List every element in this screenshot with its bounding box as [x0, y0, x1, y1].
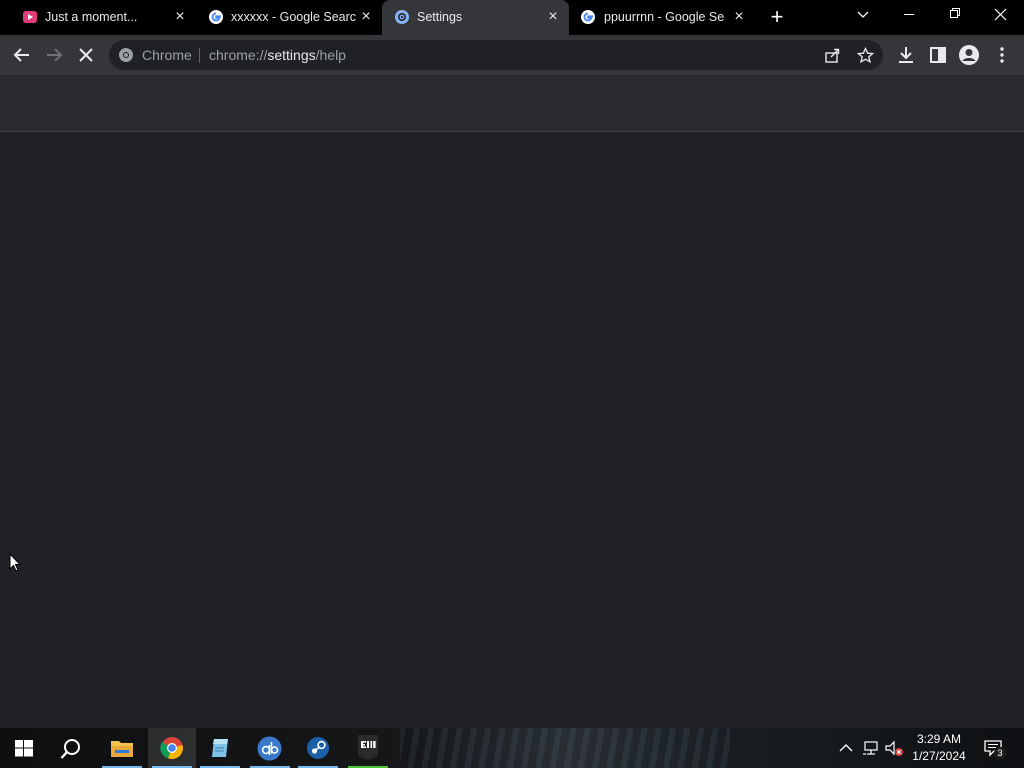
tab-just-a-moment[interactable]: Just a moment... × — [8, 0, 193, 35]
tab-title: Settings — [417, 10, 463, 24]
taskbar-app-qbittorrent[interactable] — [246, 728, 294, 768]
forward-arrow-icon[interactable] — [42, 43, 66, 67]
google-icon — [209, 10, 223, 24]
close-tab-icon[interactable]: × — [545, 9, 561, 25]
download-icon[interactable] — [894, 43, 918, 67]
tab-title: ppuurrnn - Google Sea — [604, 10, 724, 24]
restore-icon — [950, 8, 960, 18]
epic-games-icon — [358, 735, 378, 760]
restore-button[interactable] — [938, 0, 972, 30]
search-icon[interactable] — [60, 738, 82, 760]
tab-google-search-xxxxxx[interactable]: xxxxxx - Google Search × — [194, 0, 379, 35]
settings-header-bar — [0, 75, 1024, 132]
qbittorrent-icon — [257, 736, 282, 761]
back-arrow-icon[interactable] — [10, 43, 34, 67]
omnibox-divider — [199, 48, 200, 63]
volume-muted-icon[interactable] — [884, 740, 904, 757]
windows-taskbar: 3:29 AM 1/27/2024 3 — [0, 728, 1024, 768]
browser-toolbar: Chrome chrome://settings/help — [0, 35, 1024, 75]
chevron-down-icon — [857, 11, 869, 18]
url-scheme: chrome:// — [209, 47, 268, 63]
steam-icon — [307, 737, 329, 759]
chrome-logo-icon — [119, 48, 133, 62]
profile-avatar-icon[interactable] — [957, 43, 981, 67]
folder-icon — [111, 741, 133, 757]
taskbar-app-chrome[interactable] — [148, 728, 196, 768]
tab-strip: Just a moment... × xxxxxx - Google Searc… — [0, 0, 1024, 35]
new-tab-button[interactable]: + — [766, 6, 788, 28]
action-center-button[interactable]: 3 — [980, 728, 1006, 768]
url-path: /help — [315, 47, 346, 63]
clock-time: 3:29 AM — [916, 732, 962, 746]
tab-search-button[interactable] — [848, 0, 878, 30]
side-panel-icon[interactable] — [926, 43, 950, 67]
close-tab-icon[interactable]: × — [731, 9, 747, 25]
tab-google-search-ppuurrnn[interactable]: ppuurrnn - Google Sea × — [570, 0, 755, 35]
chevron-up-icon[interactable] — [838, 742, 854, 754]
minimize-icon — [904, 14, 914, 15]
taskbar-app-notepad[interactable] — [196, 728, 244, 768]
settings-page-content — [0, 133, 1024, 728]
taskbar-wallpaper-band — [400, 728, 730, 768]
url-text[interactable]: chrome://settings/help — [209, 47, 346, 63]
notepad-icon — [212, 739, 228, 757]
share-icon[interactable] — [824, 47, 841, 64]
bookmark-star-icon[interactable] — [857, 47, 874, 64]
clock-date: 1/27/2024 — [912, 749, 966, 763]
tab-title: xxxxxx - Google Search — [231, 10, 356, 24]
taskbar-app-steam[interactable] — [294, 728, 342, 768]
taskbar-clock[interactable]: 3:29 AM 1/27/2024 — [906, 731, 972, 765]
chrome-icon — [160, 737, 183, 760]
notification-count-badge: 3 — [994, 747, 1006, 759]
taskbar-app-file-explorer[interactable] — [98, 728, 146, 768]
more-menu-icon[interactable] — [990, 43, 1014, 67]
tab-title: Just a moment... — [45, 10, 138, 24]
taskbar-app-epic-games[interactable] — [344, 728, 392, 768]
google-icon — [581, 10, 595, 24]
close-icon — [994, 8, 1007, 21]
address-bar[interactable]: Chrome chrome://settings/help — [109, 40, 883, 70]
close-tab-icon[interactable]: × — [172, 9, 188, 25]
mouse-cursor-icon — [9, 553, 21, 572]
url-host: settings — [267, 47, 316, 63]
close-window-button[interactable] — [984, 0, 1018, 30]
minimize-button[interactable] — [892, 0, 926, 30]
network-icon[interactable] — [862, 740, 880, 756]
media-site-icon — [23, 11, 37, 23]
close-tab-icon[interactable]: × — [358, 9, 374, 25]
tab-settings[interactable]: Settings × — [382, 0, 569, 35]
settings-gear-icon — [395, 10, 409, 24]
windows-start-icon[interactable] — [15, 740, 33, 757]
stop-loading-icon[interactable] — [74, 43, 98, 67]
site-chip-label: Chrome — [142, 47, 192, 63]
